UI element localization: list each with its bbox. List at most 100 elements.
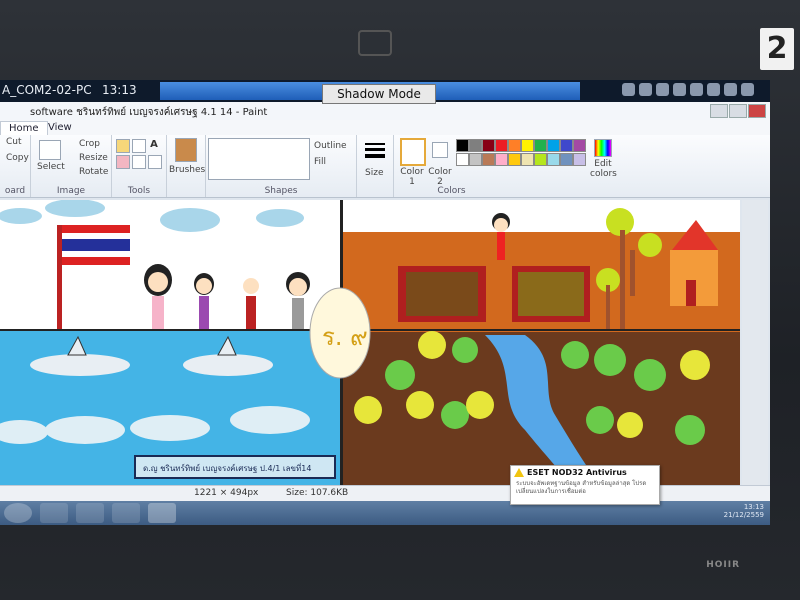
size-button[interactable]: Size bbox=[365, 168, 383, 178]
clock-date: 21/12/2559 bbox=[723, 511, 764, 519]
monitor-logo: HOIIR bbox=[706, 560, 740, 570]
person3-face bbox=[243, 278, 259, 294]
outline-button[interactable]: Outline bbox=[314, 141, 347, 151]
start-button[interactable] bbox=[4, 503, 32, 523]
lock-icon[interactable] bbox=[724, 83, 737, 96]
canvas-drawing: ด.ญ ชรินทร์ทิพย์ เบญจรงค์เศรษฐ ป.4/1 เลข… bbox=[0, 200, 740, 485]
flag-red-1 bbox=[62, 225, 130, 233]
magnifier-icon[interactable] bbox=[148, 155, 162, 169]
oval-text: ร. ๙ bbox=[322, 323, 368, 351]
fill-icon[interactable] bbox=[132, 139, 146, 153]
ribbon-tabs: Home View bbox=[0, 120, 770, 136]
palette-swatch[interactable] bbox=[495, 139, 508, 152]
edit-colors-button[interactable]: Edit colors bbox=[590, 159, 617, 179]
shapes-gallery[interactable] bbox=[208, 138, 310, 180]
pencil-icon[interactable] bbox=[116, 139, 130, 153]
vertical-scrollbar[interactable] bbox=[742, 200, 768, 485]
palette-swatch[interactable] bbox=[469, 153, 482, 166]
right-upper-sky bbox=[342, 200, 740, 232]
image-label: Image bbox=[56, 186, 86, 196]
copy-button[interactable]: Copy bbox=[6, 153, 29, 163]
crop-button[interactable]: Crop bbox=[79, 139, 100, 149]
tree-7 bbox=[354, 396, 382, 424]
tools-label: Tools bbox=[127, 186, 151, 196]
palette-swatch[interactable] bbox=[521, 153, 534, 166]
palette-swatch[interactable] bbox=[560, 153, 573, 166]
monitor-icon[interactable] bbox=[656, 83, 669, 96]
palette-swatch[interactable] bbox=[456, 153, 469, 166]
palette-swatch[interactable] bbox=[482, 153, 495, 166]
color2-swatch[interactable] bbox=[432, 142, 448, 158]
tree-4 bbox=[385, 360, 415, 390]
person4-face bbox=[289, 278, 307, 296]
explorer-icon[interactable] bbox=[76, 503, 104, 523]
tab-view[interactable]: View bbox=[40, 121, 80, 135]
text-icon[interactable]: A bbox=[148, 139, 160, 151]
colors-label: Colors bbox=[437, 186, 466, 196]
fill-button[interactable]: Fill bbox=[314, 157, 326, 167]
colors-group: Color 1 Color 2 Edit colors Colors bbox=[394, 135, 769, 197]
palette-swatch[interactable] bbox=[508, 139, 521, 152]
palette-swatch[interactable] bbox=[495, 153, 508, 166]
resize-button[interactable]: Resize bbox=[79, 153, 108, 163]
palette-swatch[interactable] bbox=[560, 139, 573, 152]
share-icon[interactable] bbox=[707, 83, 720, 96]
tree-11 bbox=[561, 341, 589, 369]
cloud-4 bbox=[256, 209, 304, 227]
cloud-7 bbox=[130, 415, 210, 441]
network-icon[interactable] bbox=[741, 83, 754, 96]
brush-icon[interactable] bbox=[175, 138, 197, 162]
ie-icon[interactable] bbox=[40, 503, 68, 523]
select-button[interactable]: Select bbox=[37, 162, 65, 172]
brushes-group: Brushes bbox=[167, 135, 206, 197]
ribbon: Cut Copy oard Select Crop Resize Rotate … bbox=[0, 135, 770, 198]
close-button[interactable] bbox=[748, 104, 766, 118]
palette-swatch[interactable] bbox=[508, 153, 521, 166]
file-size: Size: 107.6KB bbox=[286, 488, 349, 498]
palette-swatch[interactable] bbox=[573, 139, 586, 152]
eset-title: ESET NOD32 Antivirus bbox=[527, 468, 627, 477]
shadow-mode-label: Shadow Mode bbox=[322, 84, 436, 104]
screen-icon[interactable] bbox=[690, 83, 703, 96]
palette-swatch[interactable] bbox=[547, 153, 560, 166]
paint-task-icon[interactable] bbox=[148, 503, 176, 523]
select-icon[interactable] bbox=[39, 140, 61, 160]
palette-swatch[interactable] bbox=[521, 139, 534, 152]
tree-17 bbox=[675, 415, 705, 445]
top-icons bbox=[622, 83, 758, 99]
garden-bed-2-soil bbox=[518, 272, 584, 316]
tree-trunk-1 bbox=[620, 230, 625, 330]
color2-label: Color 2 bbox=[428, 167, 452, 187]
settings-icon[interactable] bbox=[673, 83, 686, 96]
tree-15 bbox=[586, 406, 614, 434]
color-picker-icon[interactable] bbox=[132, 155, 146, 169]
palette-swatch[interactable] bbox=[534, 139, 547, 152]
plane-2 bbox=[183, 354, 273, 376]
palette-swatch[interactable] bbox=[482, 139, 495, 152]
power-icon[interactable] bbox=[622, 83, 635, 96]
cloud-6 bbox=[45, 416, 125, 444]
maximize-button[interactable] bbox=[729, 104, 747, 118]
eset-notification[interactable]: ESET NOD32 Antivirus ระบบจะอัพเดทฐานข้อม… bbox=[510, 465, 660, 505]
drawing-canvas[interactable]: ด.ญ ชรินทร์ทิพย์ เบญจรงค์เศรษฐ ป.4/1 เลข… bbox=[0, 200, 740, 485]
pen-icon[interactable] bbox=[639, 83, 652, 96]
brushes-button[interactable]: Brushes bbox=[169, 165, 205, 175]
edit-colors-icon[interactable] bbox=[594, 139, 612, 157]
palette-swatch[interactable] bbox=[456, 139, 469, 152]
palette-swatch[interactable] bbox=[573, 153, 586, 166]
cut-button[interactable]: Cut bbox=[6, 137, 22, 147]
cloud-1 bbox=[0, 208, 42, 224]
person2-face bbox=[196, 278, 212, 294]
chrome-icon[interactable] bbox=[112, 503, 140, 523]
tree-12 bbox=[594, 344, 626, 376]
tree-9 bbox=[441, 401, 469, 429]
palette-swatch[interactable] bbox=[547, 139, 560, 152]
color1-swatch[interactable] bbox=[400, 138, 426, 166]
minimize-button[interactable] bbox=[710, 104, 728, 118]
warning-icon bbox=[514, 468, 524, 477]
palette-swatch[interactable] bbox=[469, 139, 482, 152]
eraser-icon[interactable] bbox=[116, 155, 130, 169]
rotate-button[interactable]: Rotate bbox=[79, 167, 108, 177]
tree-10 bbox=[466, 391, 494, 419]
palette-swatch[interactable] bbox=[534, 153, 547, 166]
